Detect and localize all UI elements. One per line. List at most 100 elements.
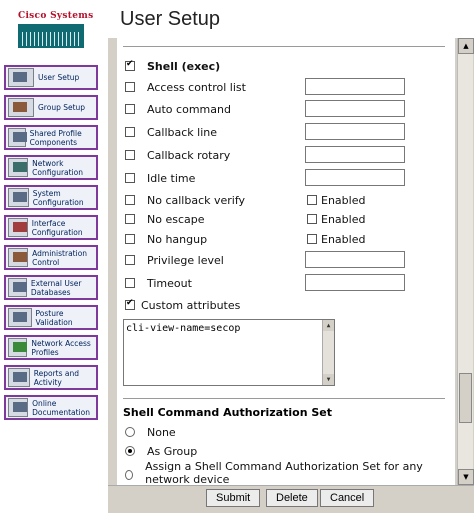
page-title: User Setup <box>120 8 221 30</box>
nav-interface-configuration[interactable]: Interface Configuration <box>4 215 98 240</box>
system-config-icon <box>8 188 29 207</box>
no-hangup-checkbox[interactable] <box>125 234 135 244</box>
delete-button[interactable]: Delete <box>266 489 318 507</box>
authorization-section-title: Shell Command Authorization Set <box>123 406 332 419</box>
nav-label: System Configuration <box>32 188 84 207</box>
auth-assign-row: Assign a Shell Command Authorization Set… <box>125 460 425 485</box>
timeout-row: Timeout <box>125 274 192 292</box>
nav-label: Online Documentation <box>32 398 90 417</box>
auto-command-input[interactable] <box>305 100 405 117</box>
no-hangup-row: No hangup <box>125 230 207 248</box>
option-label: Privilege level <box>147 253 224 267</box>
idle-time-input[interactable] <box>305 169 405 186</box>
option-label: Access control list <box>147 80 246 94</box>
nav-reports-and-activity[interactable]: Reports and Activity <box>4 365 98 390</box>
interface-config-icon <box>8 218 28 237</box>
timeout-input[interactable] <box>305 274 405 291</box>
auth-as-group-row: As Group <box>125 442 197 460</box>
callback-rotary-input[interactable] <box>305 146 405 163</box>
reports-icon <box>8 368 30 387</box>
nav-administration-control[interactable]: Administration Control <box>4 245 98 270</box>
callback-rotary-checkbox[interactable] <box>125 150 135 160</box>
custom-attributes-row: Custom attributes <box>125 296 240 314</box>
auth-as-group-radio[interactable] <box>125 446 135 456</box>
auth-assign-radio[interactable] <box>125 470 134 480</box>
shell-exec-checkbox[interactable] <box>125 59 135 71</box>
nav-group-setup[interactable]: Group Setup <box>4 95 98 120</box>
network-access-icon <box>8 338 28 357</box>
group-icon <box>8 98 34 117</box>
auth-none-label: None <box>147 425 176 439</box>
no-hangup-enabled-checkbox[interactable] <box>307 234 317 244</box>
no-callback-verify-checkbox[interactable] <box>125 195 135 205</box>
no-callback-verify-enabled: Enabled <box>307 191 365 209</box>
nav-label: Interface Configuration <box>31 218 83 237</box>
option-label: Timeout <box>147 276 192 290</box>
custom-attributes-textarea[interactable]: cli-view-name=secop ▲ ▼ <box>123 319 335 386</box>
auth-as-group-label: As Group <box>147 444 198 458</box>
documentation-icon <box>8 398 29 417</box>
nav-label: Posture Validation <box>35 308 73 327</box>
privilege-level-row: Privilege level <box>125 251 224 269</box>
nav-shared-profile-components[interactable]: Shared Profile Components <box>4 125 98 150</box>
nav-label: Network Access Profiles <box>31 338 91 357</box>
scroll-down-icon[interactable]: ▼ <box>323 374 334 385</box>
idle-time-row: Idle time <box>125 169 195 187</box>
option-label: Auto command <box>147 102 231 116</box>
logo-text: Cisco Systems <box>18 11 94 21</box>
auto-command-row: Auto command <box>125 100 231 118</box>
access-control-list-checkbox[interactable] <box>125 82 135 92</box>
nav-external-user-databases[interactable]: External User Databases <box>4 275 98 300</box>
nav-label: Group Setup <box>38 103 86 112</box>
callback-line-input[interactable] <box>305 123 405 140</box>
no-escape-row: No escape <box>125 210 205 228</box>
logo-bars-icon <box>18 24 84 48</box>
scrollbar-thumb[interactable] <box>459 373 472 423</box>
callback-line-row: Callback line <box>125 123 217 141</box>
scroll-up-icon[interactable]: ▲ <box>458 38 474 54</box>
callback-line-checkbox[interactable] <box>125 127 135 137</box>
nav-label: User Setup <box>38 73 80 82</box>
shell-exec-label: Shell (exec) <box>147 59 221 73</box>
main-form: Shell (exec) Access control list Auto co… <box>117 38 455 485</box>
option-label: No escape <box>147 212 205 226</box>
nav-user-setup[interactable]: User Setup <box>4 65 98 90</box>
logo-area: Cisco Systems <box>0 0 110 58</box>
nav-system-configuration[interactable]: System Configuration <box>4 185 98 210</box>
no-escape-checkbox[interactable] <box>125 214 135 224</box>
nav-network-access-profiles[interactable]: Network Access Profiles <box>4 335 98 360</box>
no-callback-verify-enabled-checkbox[interactable] <box>307 195 317 205</box>
nav-posture-validation[interactable]: Posture Validation <box>4 305 98 330</box>
button-bar: Submit Delete Cancel <box>108 485 474 513</box>
idle-time-checkbox[interactable] <box>125 173 135 183</box>
access-control-list-input[interactable] <box>305 78 405 95</box>
option-label: No callback verify <box>147 193 246 207</box>
enabled-label: Enabled <box>321 232 366 246</box>
nav-label: Network Configuration <box>32 158 83 177</box>
no-escape-enabled-checkbox[interactable] <box>307 214 317 224</box>
scroll-down-icon[interactable]: ▼ <box>458 469 474 485</box>
custom-attributes-value: cli-view-name=secop <box>126 323 241 334</box>
textarea-scrollbar[interactable]: ▲ ▼ <box>322 320 334 385</box>
submit-button[interactable]: Submit <box>206 489 261 507</box>
shared-profile-icon <box>8 128 27 147</box>
privilege-level-checkbox[interactable] <box>125 255 135 265</box>
option-label: No hangup <box>147 232 208 246</box>
nav-network-configuration[interactable]: Network Configuration <box>4 155 98 180</box>
access-control-list-row: Access control list <box>125 78 246 96</box>
nav-online-documentation[interactable]: Online Documentation <box>4 395 98 420</box>
nav-label: Reports and Activity <box>33 368 79 387</box>
cancel-button[interactable]: Cancel <box>320 489 375 507</box>
admin-control-icon <box>8 248 29 267</box>
auth-none-radio[interactable] <box>125 427 135 437</box>
privilege-level-input[interactable] <box>305 251 405 268</box>
callback-rotary-row: Callback rotary <box>125 146 230 164</box>
divider <box>123 398 445 399</box>
timeout-checkbox[interactable] <box>125 278 135 288</box>
scroll-up-icon[interactable]: ▲ <box>323 320 334 331</box>
custom-attributes-checkbox[interactable] <box>125 298 135 310</box>
no-hangup-enabled: Enabled <box>307 230 365 248</box>
database-icon <box>8 278 27 297</box>
auto-command-checkbox[interactable] <box>125 104 135 114</box>
main-scrollbar[interactable]: ▲ ▼ <box>457 38 474 485</box>
